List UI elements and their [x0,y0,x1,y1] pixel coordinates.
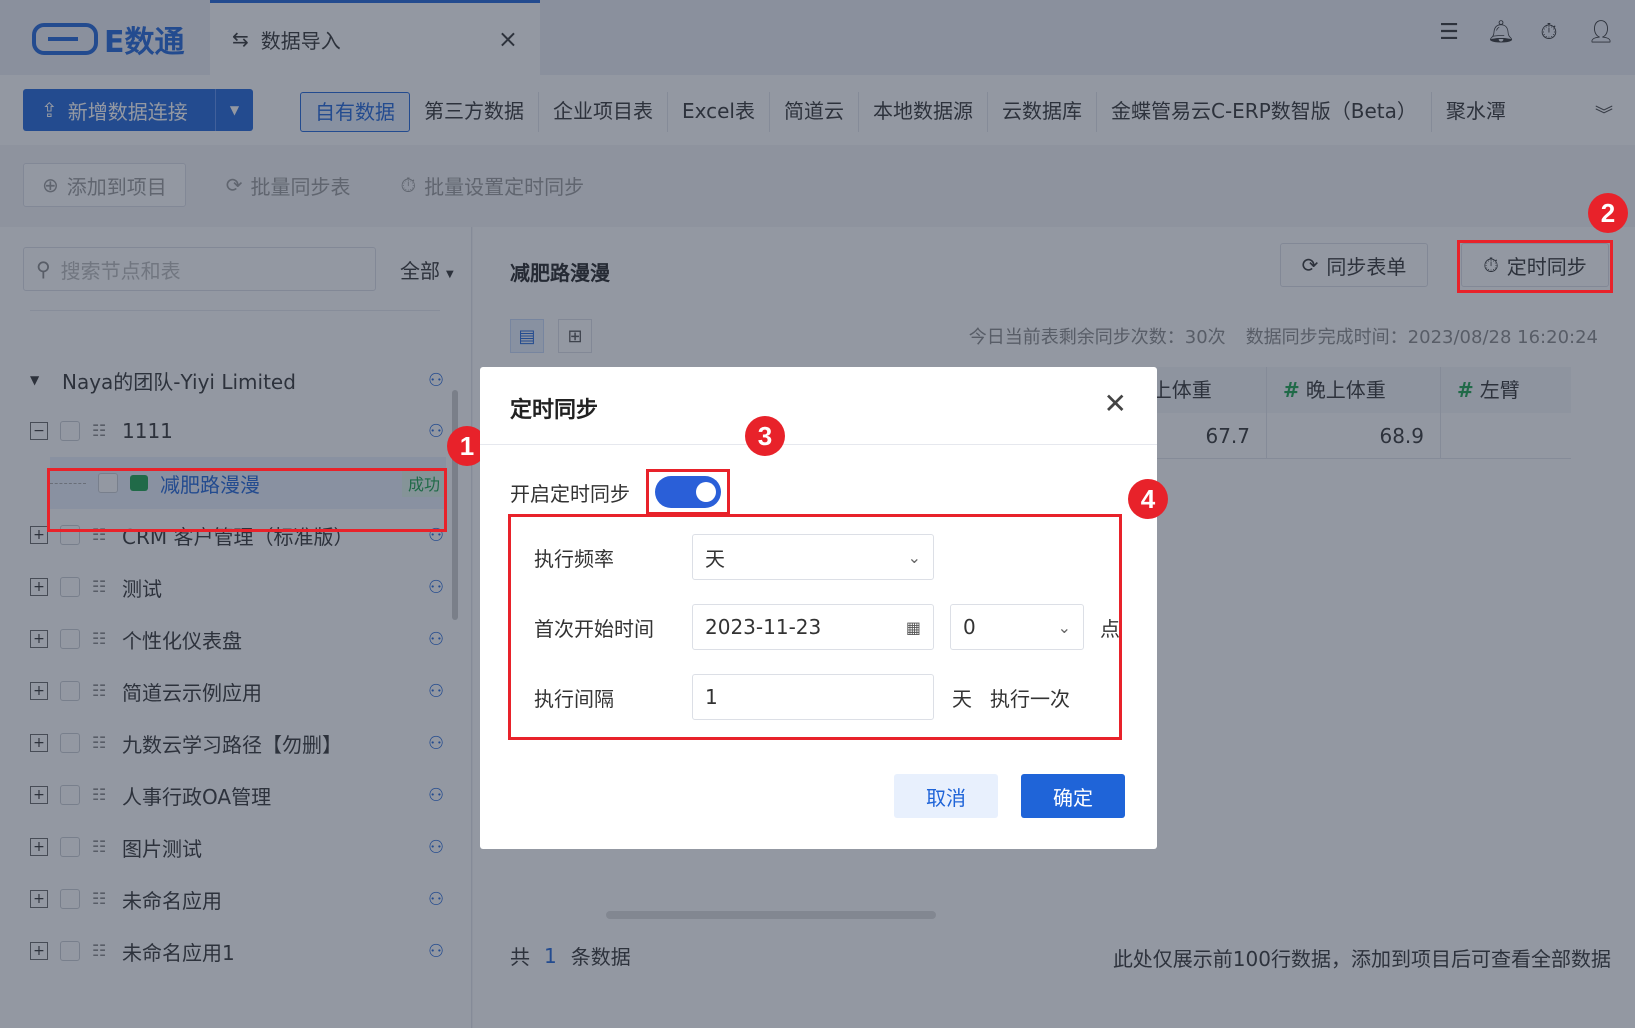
annotation-box-1 [47,468,447,532]
start-date-picker[interactable]: 2023-11-23 ▦ [692,604,934,650]
annotation-box-2 [1457,240,1613,293]
start-date-value: 2023-11-23 [705,615,822,639]
annotation-badge-3: 3 [745,416,785,456]
frequency-select[interactable]: 天 ⌄ [692,534,934,580]
frequency-row: 执行频率 天 ⌄ [534,534,934,580]
start-hour-select[interactable]: 0 ⌄ [950,604,1084,650]
annotation-badge-4: 4 [1128,479,1168,519]
chevron-down-icon: ⌄ [907,547,921,567]
annotation-badge-2: 2 [1588,193,1628,233]
frequency-label: 执行频率 [534,546,614,571]
timed-sync-toggle[interactable] [655,476,721,508]
close-icon[interactable]: ✕ [1104,387,1127,420]
confirm-button[interactable]: 确定 [1021,774,1125,818]
interval-value: 1 [705,685,718,709]
interval-suffix: 执行一次 [990,686,1070,711]
divider [480,444,1157,445]
toggle-row: 开启定时同步 [510,469,730,515]
timed-sync-dialog: 定时同步 ✕ 开启定时同步 执行频率 天 ⌄ 首次开始时间 2023-11-23… [480,367,1157,849]
hour-unit: 点 [1100,616,1120,641]
start-time-row: 首次开始时间 2023-11-23 ▦ 0 ⌄ 点 [534,604,1120,650]
toggle-label: 开启定时同步 [510,481,630,506]
chevron-down-icon: ⌄ [1057,617,1071,637]
dialog-title: 定时同步 [510,398,599,423]
interval-unit: 天 [952,686,972,711]
interval-input[interactable]: 1 [692,674,934,720]
interval-label: 执行间隔 [534,686,614,711]
start-time-label: 首次开始时间 [534,616,654,641]
frequency-value: 天 [705,546,725,571]
calendar-icon: ▦ [905,617,921,637]
cancel-button[interactable]: 取消 [894,774,998,818]
annotation-box-3 [646,469,730,515]
start-hour-value: 0 [963,615,976,639]
interval-row: 执行间隔 1 天 执行一次 [534,674,1070,720]
